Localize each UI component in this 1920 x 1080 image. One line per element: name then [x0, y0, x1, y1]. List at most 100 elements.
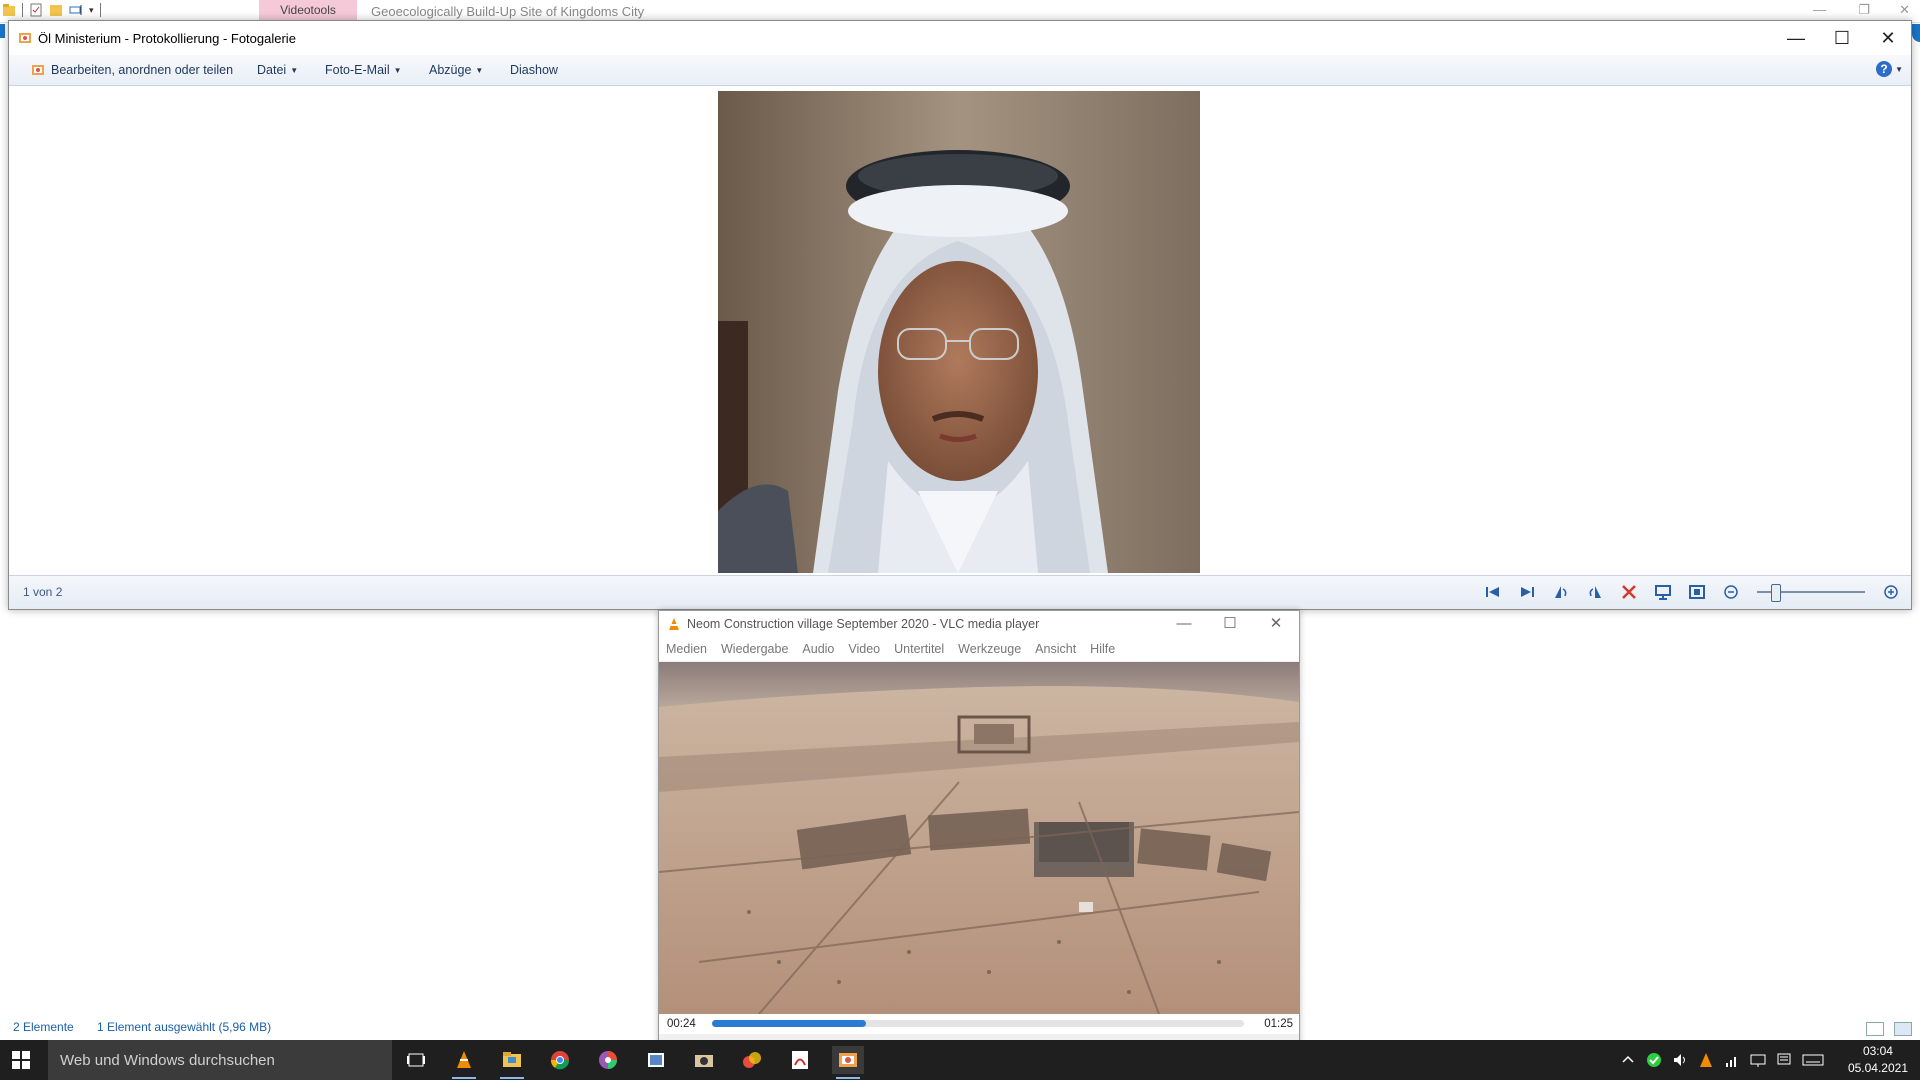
close-icon[interactable]: ✕ — [1865, 21, 1911, 55]
task-view-icon[interactable] — [400, 1046, 432, 1074]
bg-restore-icon[interactable]: ❐ — [1858, 2, 1870, 18]
photo-gallery-window: Öl Ministerium - Protokollierung - Fotog… — [8, 20, 1912, 610]
file-explorer-icon[interactable] — [496, 1046, 528, 1079]
rename-icon[interactable] — [69, 3, 83, 17]
previous-icon[interactable] — [1483, 583, 1503, 601]
menu-edit-arrange-share[interactable]: Bearbeiten, anordnen oder teilen — [31, 63, 233, 77]
gallery-titlebar: Öl Ministerium - Protokollierung - Fotog… — [9, 21, 1911, 55]
vlc-menu-tools[interactable]: Werkzeuge — [958, 642, 1021, 656]
taskbar-clock[interactable]: 03:04 05.04.2021 — [1848, 1043, 1908, 1077]
menu-slideshow[interactable]: Diashow — [510, 63, 558, 77]
chevron-down-icon: ▼ — [475, 65, 484, 75]
slideshow-icon[interactable] — [1653, 583, 1673, 601]
properties-icon[interactable] — [29, 3, 43, 17]
windows-start-icon[interactable] — [12, 1051, 30, 1069]
show-hidden-icons-icon[interactable] — [1620, 1052, 1636, 1068]
vlc-video-frame[interactable] — [659, 662, 1299, 1014]
photo-gallery-edit-icon — [32, 65, 44, 75]
photo-viewer — [9, 86, 1911, 573]
zoom-slider-thumb[interactable] — [1771, 584, 1781, 602]
help-button[interactable]: ? ▼ — [1876, 61, 1903, 77]
seek-slider[interactable] — [712, 1020, 1244, 1027]
vlc-window-controls: — ☐ ✕ — [1161, 611, 1299, 637]
vlc-window: Neom Construction village September 2020… — [658, 610, 1300, 1050]
vlc-menu-playback[interactable]: Wiedergabe — [721, 642, 788, 656]
rotate-left-icon[interactable] — [1551, 583, 1571, 601]
minimize-icon[interactable]: — — [1773, 21, 1819, 55]
system-tray — [1620, 1052, 1824, 1068]
view-switcher — [1866, 1022, 1912, 1036]
camera-app-icon[interactable] — [688, 1046, 720, 1074]
bg-close-icon[interactable]: ✕ — [1899, 2, 1910, 18]
vlc-menu-video[interactable]: Video — [848, 642, 880, 656]
separator — [22, 3, 23, 17]
clock-date: 05.04.2021 — [1847, 1061, 1908, 1075]
explorer-edge — [0, 24, 5, 38]
rotate-right-icon[interactable] — [1585, 583, 1605, 601]
vlc-menubar: Medien Wiedergabe Audio Video Untertitel… — [659, 637, 1299, 661]
explorer-window-title: Geoecologically Build-Up Site of Kingdom… — [371, 4, 645, 19]
security-check-icon[interactable] — [1646, 1052, 1662, 1068]
network-icon[interactable] — [1724, 1052, 1740, 1068]
total-time: 01:25 — [1264, 1018, 1293, 1030]
maximize-icon[interactable]: ☐ — [1207, 611, 1253, 637]
folder-icon[interactable] — [2, 3, 16, 17]
taskbar: Web und Windows durchsuchen 03:04 05.04.… — [0, 1040, 1920, 1080]
tab-videotools[interactable]: Videotools — [259, 0, 357, 22]
gallery-footer: 1 von 2 — [9, 575, 1911, 609]
elapsed-time: 00:24 — [667, 1018, 696, 1030]
details-view-icon[interactable] — [1866, 1022, 1884, 1036]
menu-file-label: Datei — [257, 63, 287, 77]
menu-edit-label: Bearbeiten, anordnen oder teilen — [51, 63, 234, 77]
delete-icon[interactable] — [1619, 583, 1639, 601]
vlc-menu-media[interactable]: Medien — [666, 642, 707, 656]
seek-progress — [712, 1020, 867, 1027]
gallery-window-controls: — ☐ ✕ — [1773, 21, 1911, 55]
bg-minimize-icon[interactable]: — — [1813, 2, 1826, 17]
vlc-tray-icon[interactable] — [1698, 1052, 1714, 1068]
photo-counter: 1 von 2 — [23, 585, 63, 599]
photo-gallery-taskbar-icon[interactable] — [832, 1046, 864, 1079]
chrome-icon[interactable] — [544, 1046, 576, 1074]
customize-chevron-icon[interactable]: ▾ — [89, 5, 94, 16]
vlc-taskbar-icon[interactable] — [448, 1046, 480, 1079]
chevron-down-icon: ▼ — [290, 65, 299, 75]
chevron-down-icon: ▼ — [393, 65, 402, 75]
vlc-menu-view[interactable]: Ansicht — [1035, 642, 1076, 656]
vlc-menu-subtitle[interactable]: Untertitel — [894, 642, 944, 656]
explorer-status-bar: 2 Elemente 1 Element ausgewählt (5,96 MB… — [13, 1020, 291, 1034]
image-viewer-icon[interactable] — [640, 1046, 672, 1074]
chevron-down-icon: ▼ — [1895, 64, 1903, 74]
menu-prints[interactable]: Abzüge ▼ — [429, 63, 483, 77]
picasa-icon[interactable] — [592, 1046, 624, 1074]
large-icons-view-icon[interactable] — [1894, 1022, 1912, 1036]
taskbar-search-placeholder: Web und Windows durchsuchen — [60, 1052, 275, 1069]
actual-size-icon[interactable] — [1687, 583, 1707, 601]
new-folder-icon[interactable] — [49, 3, 63, 17]
windows-live-icon[interactable] — [736, 1046, 768, 1074]
volume-icon[interactable] — [1672, 1052, 1688, 1068]
taskbar-apps — [400, 1046, 864, 1079]
menu-slideshow-label: Diashow — [510, 63, 558, 77]
zoom-out-icon[interactable] — [1721, 583, 1741, 601]
vlc-menu-audio[interactable]: Audio — [802, 642, 834, 656]
menu-file[interactable]: Datei ▼ — [257, 63, 298, 77]
status-item-count: 2 Elemente — [13, 1020, 74, 1034]
status-selection: 1 Element ausgewählt (5,96 MB) — [97, 1020, 272, 1034]
vlc-seek-bar-row: 00:24 01:25 — [659, 1014, 1299, 1034]
vlc-menu-help[interactable]: Hilfe — [1090, 642, 1115, 656]
keyboard-icon[interactable] — [1802, 1052, 1824, 1068]
taskbar-search-box[interactable]: Web und Windows durchsuchen — [48, 1040, 392, 1080]
zoom-in-icon[interactable] — [1881, 583, 1901, 601]
maximize-icon[interactable]: ☐ — [1819, 21, 1865, 55]
help-icon: ? — [1876, 61, 1893, 77]
minimize-icon[interactable]: — — [1161, 611, 1207, 637]
explorer-edge-right — [1912, 24, 1920, 42]
menu-photo-email[interactable]: Foto-E-Mail ▼ — [325, 63, 402, 77]
next-icon[interactable] — [1517, 583, 1537, 601]
display-icon[interactable] — [1750, 1052, 1766, 1068]
action-center-icon[interactable] — [1776, 1052, 1792, 1068]
zoom-slider[interactable] — [1757, 584, 1865, 602]
close-icon[interactable]: ✕ — [1253, 611, 1299, 637]
acrobat-icon[interactable] — [784, 1046, 816, 1074]
